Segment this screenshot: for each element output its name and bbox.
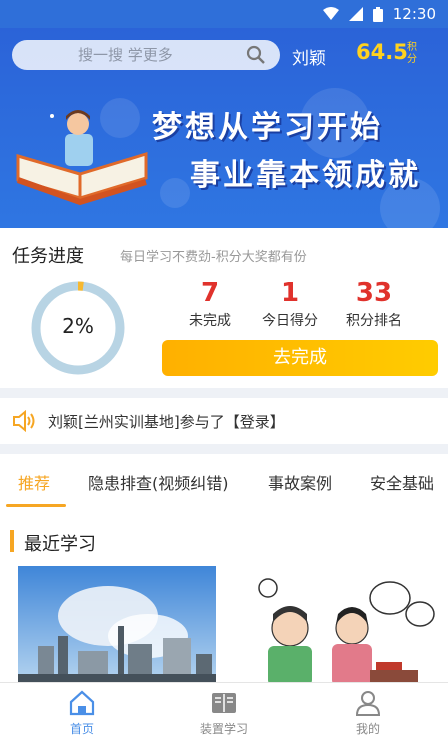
progress-percent: 2% (62, 314, 94, 338)
status-bar: 12:30 (0, 0, 448, 28)
nav-label: 装置学习 (199, 722, 248, 736)
section-divider (0, 388, 448, 398)
stat-unfinished: 7 未完成 (170, 278, 250, 330)
section-marker (10, 530, 14, 552)
search-placeholder: 搜一搜 学更多 (78, 46, 173, 64)
nav-label: 我的 (355, 722, 380, 736)
signal-icon (348, 7, 363, 21)
nav-device-learning[interactable]: 装置学习 (184, 689, 264, 737)
book-icon (212, 693, 236, 713)
tab-hazard-check[interactable]: 隐患排查(视频纠错) (88, 470, 229, 494)
task-progress-section: 任务进度 每日学习不费劲-积分大奖都有份 2% 7 未完成 1 今日得分 33 … (0, 228, 448, 388)
score-value: 64.5 (356, 40, 408, 64)
speaker-icon (13, 410, 35, 432)
recent-learning-section: 最近学习 (0, 512, 448, 686)
search-input[interactable]: 搜一搜 学更多 (12, 40, 280, 70)
nav-mine[interactable]: 我的 (328, 689, 408, 737)
banner-slogan-line2: 事业靠本领成就 (190, 158, 421, 193)
header-banner: 搜一搜 学更多 刘颖 64.5 积分 梦想从学习开始 事业靠本领成就 (0, 28, 448, 228)
app-screen: 12:30 搜一搜 学更多 刘颖 64.5 积分 梦想从学习开始 事业靠本领成就 (0, 0, 448, 739)
battery-icon (372, 6, 383, 22)
active-tab-indicator (6, 504, 66, 507)
search-icon[interactable] (246, 45, 266, 65)
stat-value: 33 (355, 278, 393, 308)
task-subtitle: 每日学习不费劲-积分大奖都有份 (120, 250, 307, 265)
decor-bubble (160, 178, 190, 208)
task-title: 任务进度 (12, 246, 84, 267)
recent-title: 最近学习 (24, 534, 96, 555)
go-complete-button[interactable]: 去完成 (162, 340, 438, 376)
user-icon (355, 691, 381, 716)
section-divider (0, 444, 448, 454)
stat-label: 积分排名 (346, 313, 402, 329)
category-tabs: 推荐 隐患排查(视频纠错) 事故案例 安全基础 (0, 454, 448, 510)
tab-accident-cases[interactable]: 事故案例 (268, 470, 332, 494)
stat-today-score: 1 今日得分 (250, 278, 330, 330)
score-unit: 积分 (407, 42, 417, 65)
username[interactable]: 刘颖 (292, 44, 326, 69)
recent-course-thumbnail[interactable] (18, 566, 216, 686)
recent-course-thumbnail[interactable] (240, 566, 438, 686)
stat-label: 今日得分 (262, 313, 318, 329)
wifi-icon (322, 7, 339, 20)
tab-recommend[interactable]: 推荐 (18, 470, 50, 494)
bottom-navigation: 首页 装置学习 我的 (0, 682, 448, 739)
notice-text: 刘颖[兰州实训基地]参与了【登录】 (48, 413, 285, 431)
banner-slogan-line1: 梦想从学习开始 (152, 110, 383, 145)
stat-value: 1 (280, 278, 300, 308)
stat-ranking: 33 积分排名 (334, 278, 414, 330)
home-icon (69, 690, 95, 716)
nav-label: 首页 (69, 722, 94, 736)
nav-home[interactable]: 首页 (42, 689, 122, 737)
stat-value: 7 (200, 278, 220, 308)
stat-label: 未完成 (189, 313, 231, 329)
tab-safety-basics[interactable]: 安全基础 (370, 470, 434, 494)
status-time: 12:30 (392, 5, 436, 23)
notice-bar[interactable]: 刘颖[兰州实训基地]参与了【登录】 (0, 398, 448, 444)
reading-illustration (16, 110, 148, 206)
